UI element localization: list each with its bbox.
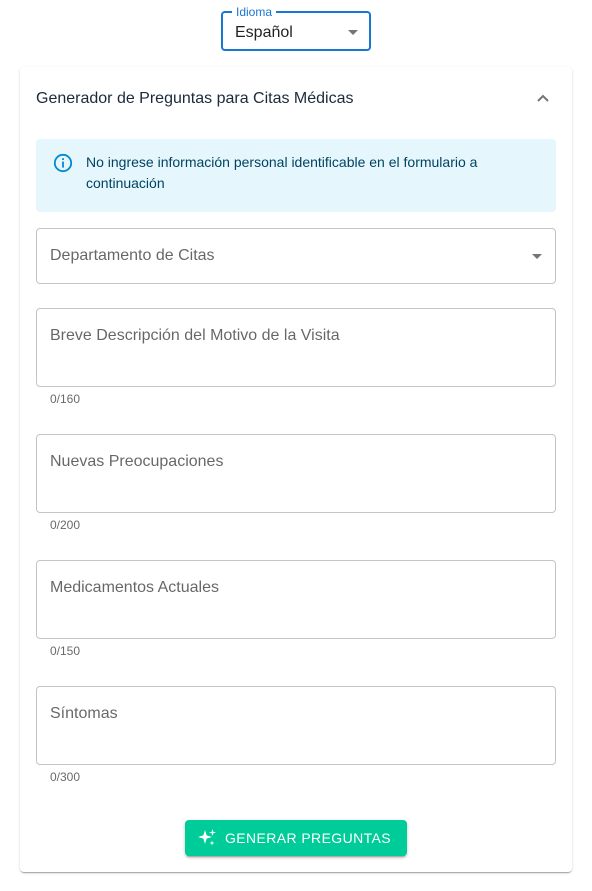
new-concerns-field[interactable]: Nuevas Preocupaciones bbox=[36, 434, 556, 513]
new-concerns-counter: 0/200 bbox=[50, 518, 81, 532]
visit-reason-label: Breve Descripción del Motivo de la Visit… bbox=[50, 327, 340, 344]
visit-reason-field[interactable]: Breve Descripción del Motivo de la Visit… bbox=[36, 308, 556, 387]
current-medications-field[interactable]: Medicamentos Actuales bbox=[36, 560, 556, 639]
generate-questions-label: Generar Preguntas bbox=[225, 830, 392, 846]
language-select-value: Español bbox=[235, 24, 293, 41]
language-select-label: Idioma bbox=[232, 4, 277, 20]
symptoms-field[interactable]: Síntomas bbox=[36, 686, 556, 765]
department-select-placeholder: Departamento de Citas bbox=[50, 247, 215, 264]
current-medications-label: Medicamentos Actuales bbox=[50, 579, 219, 596]
caret-down-icon bbox=[532, 254, 542, 259]
symptoms-counter: 0/300 bbox=[50, 770, 81, 784]
current-medications-counter: 0/150 bbox=[50, 644, 81, 658]
new-concerns-label: Nuevas Preocupaciones bbox=[50, 453, 224, 470]
symptoms-label: Síntomas bbox=[50, 705, 118, 722]
info-icon bbox=[53, 153, 73, 173]
department-select[interactable]: Departamento de Citas bbox=[36, 228, 556, 284]
caret-down-icon bbox=[348, 30, 358, 35]
language-select[interactable]: Idioma Español bbox=[221, 4, 371, 51]
card-title: Generador de Preguntas para Citas Médica… bbox=[36, 90, 354, 107]
card-header-toggle[interactable]: Generador de Preguntas para Citas Médica… bbox=[20, 67, 572, 131]
generate-questions-button[interactable]: Generar Preguntas bbox=[185, 820, 407, 856]
sparkle-icon bbox=[198, 829, 216, 846]
privacy-alert: No ingrese información personal identifi… bbox=[36, 139, 556, 212]
question-generator-card: Generador de Preguntas para Citas Médica… bbox=[20, 67, 572, 872]
chevron-up-icon bbox=[537, 94, 549, 102]
visit-reason-counter: 0/160 bbox=[50, 392, 81, 406]
alert-message: No ingrese información personal identifi… bbox=[86, 154, 478, 191]
